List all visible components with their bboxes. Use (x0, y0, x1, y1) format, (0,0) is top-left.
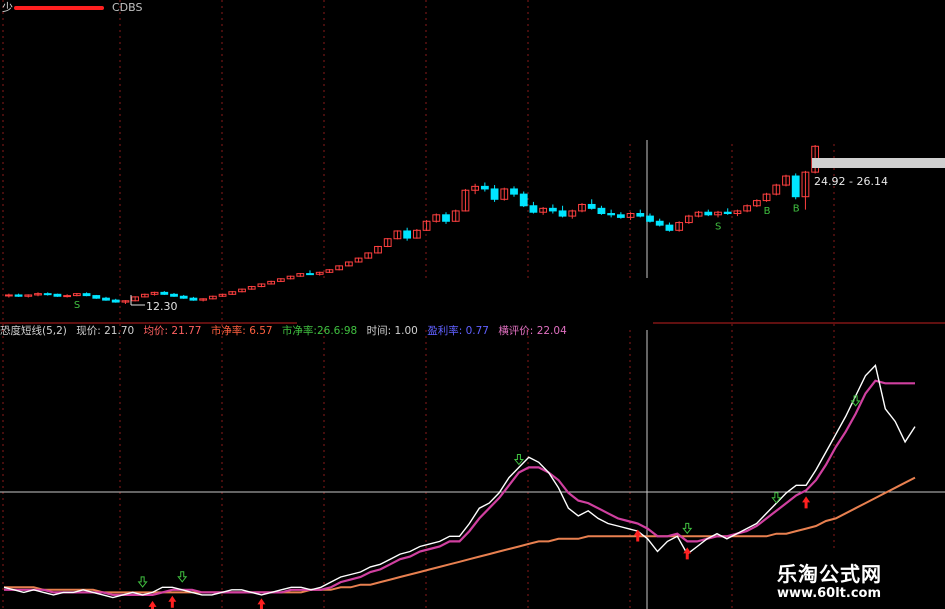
range-label-bar (812, 158, 945, 168)
candle-body (646, 215, 654, 222)
candle-body (519, 193, 528, 207)
indicator-avg: 均价: 21.77 (143, 325, 202, 337)
redaction-block-middle (297, 278, 653, 330)
buy-signal-label: B (764, 206, 771, 217)
candle-body (480, 185, 489, 190)
candle-body (189, 297, 198, 301)
buy-arrow-marker (633, 529, 642, 542)
candle-body (63, 295, 72, 298)
candle-body (490, 188, 499, 200)
indicator-info-bar: 恐度短线(5,2) 现价: 21.70 均价: 21.77 市净率: 6.57 … (0, 324, 573, 338)
buy-arrow-marker (168, 595, 177, 608)
sell-signal-label: S (74, 300, 80, 311)
signal-markers: S S B B (74, 203, 861, 609)
indicator-pe2: 市净率:26.6:98 (281, 325, 358, 337)
indicator-extra: 盈利率: 0.77 (427, 325, 489, 337)
sell-arrow-marker (137, 576, 148, 588)
candle-body (306, 273, 314, 276)
candle-body (403, 230, 412, 239)
candle-body (791, 175, 800, 198)
window-title: 少 (2, 1, 13, 14)
candle-body (607, 213, 616, 216)
indicator-name: 恐度短线(5,2) (0, 325, 67, 337)
chart-mode-label: CDBS (112, 1, 143, 14)
candle-body (82, 293, 91, 297)
watermark: 乐淘公式网 www.60lt.com (755, 548, 945, 609)
candle-body (43, 293, 52, 296)
candle-body (92, 295, 101, 299)
sell-signal-label: S (715, 221, 721, 232)
candle-body (558, 210, 567, 217)
candle-body (510, 188, 518, 195)
range-label: 24.92 - 26.14 (814, 175, 888, 188)
candle-body (14, 294, 23, 297)
buy-arrow-marker (802, 496, 811, 509)
low-price-label: 12.30 (146, 300, 178, 313)
candle-body (53, 293, 62, 297)
candle-body (723, 211, 732, 215)
candle-body (160, 291, 169, 295)
candle-body (616, 214, 625, 218)
candle-body (704, 211, 713, 216)
stock-chart-window: S S B B 少 CDBS 12.30 24.92 - 26.14 恐度短线(5,2… (0, 0, 945, 609)
watermark-title: 乐淘公式网 (777, 562, 882, 586)
indicator-price: 现价: 21.70 (76, 325, 135, 337)
candle-body (529, 205, 538, 213)
candle-body (179, 295, 188, 299)
sell-arrow-marker (177, 571, 188, 583)
buy-arrow-marker (257, 598, 266, 609)
title-strike-mark (14, 6, 104, 10)
candle-body (170, 293, 178, 297)
buy-signal-label: B (793, 203, 800, 214)
sell-arrow-marker (513, 454, 524, 466)
indicator-time: 时间: 1.00 (366, 325, 418, 337)
buy-arrow-marker (148, 600, 157, 609)
candle-body (636, 213, 645, 217)
candle-body (587, 203, 596, 209)
candle-body (102, 297, 110, 301)
sell-arrow-marker (682, 522, 693, 535)
candle-body (548, 207, 557, 212)
candle-body (111, 299, 120, 303)
candle-body (442, 214, 450, 222)
candle-body (597, 207, 606, 215)
indicator-eval: 横评价: 22.04 (498, 325, 567, 337)
watermark-url: www.60lt.com (777, 586, 882, 601)
candle-body (4, 294, 13, 297)
candle-body (665, 224, 674, 231)
candle-body (655, 220, 664, 226)
indicator-pe: 市净率: 6.57 (210, 325, 273, 337)
redaction-block-top (534, 0, 945, 140)
